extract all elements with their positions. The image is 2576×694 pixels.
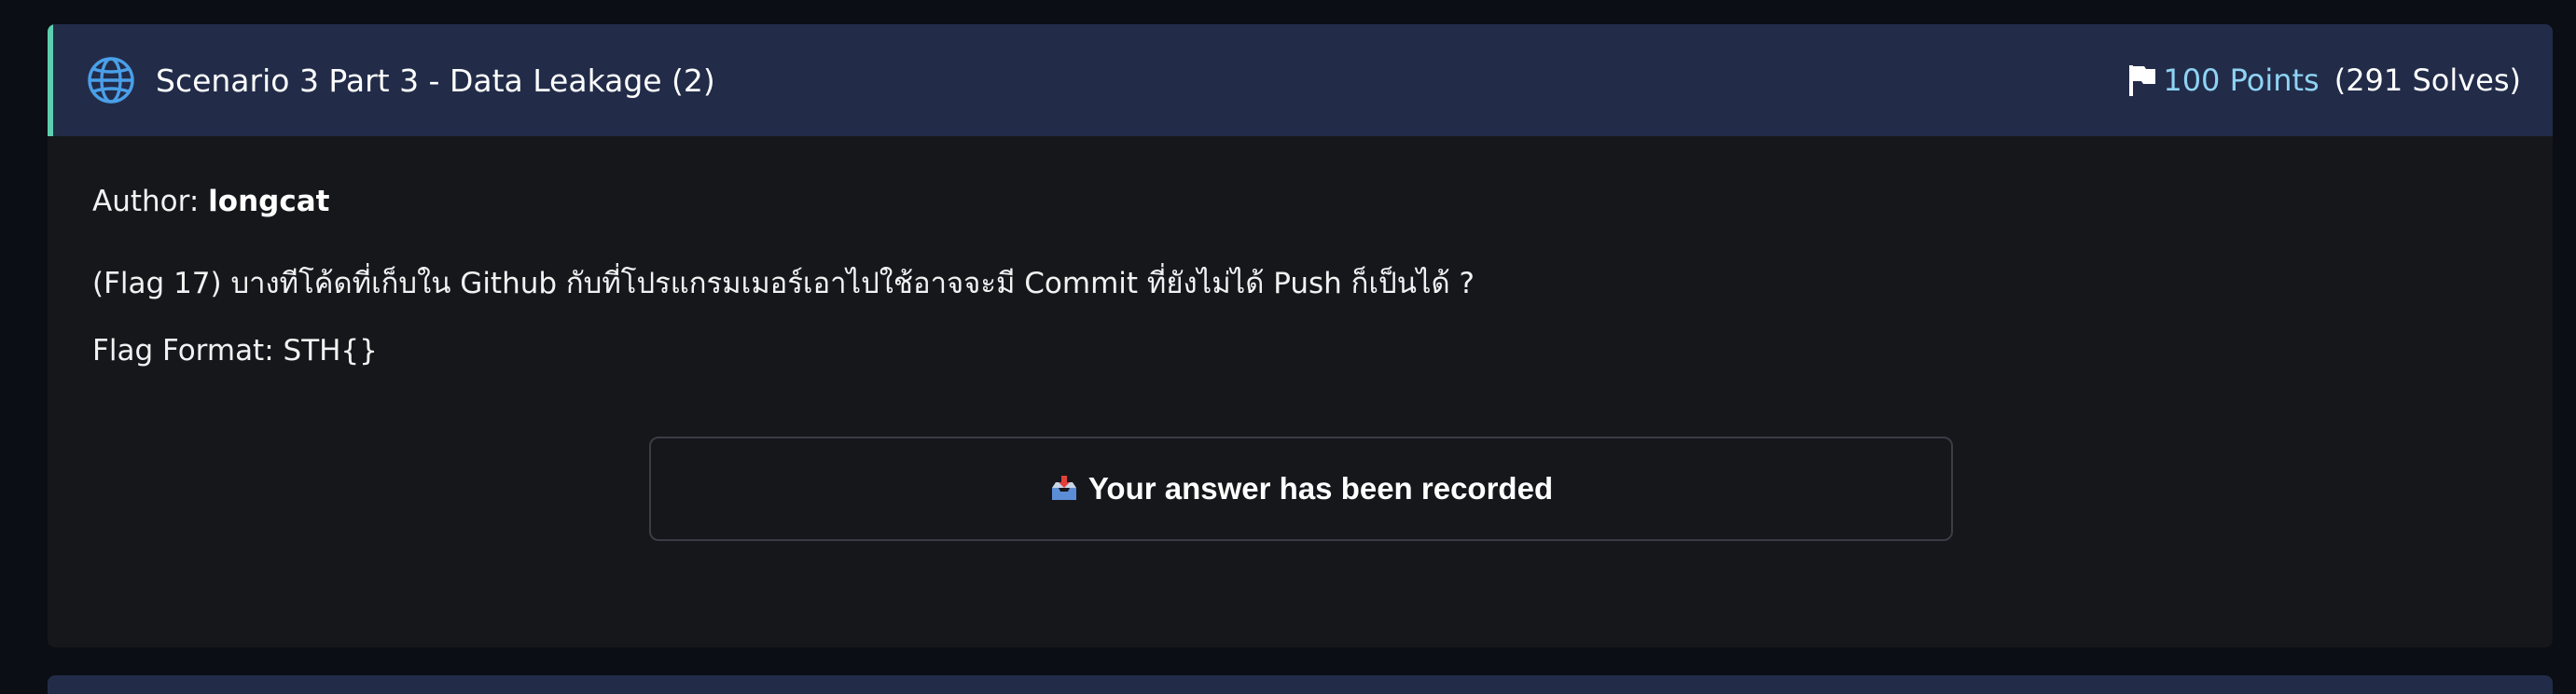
author-line: Author: longcat <box>92 185 329 218</box>
author-name: longcat <box>208 185 330 218</box>
answer-recorded-text: Your answer has been recorded <box>1087 471 1554 506</box>
globe-icon <box>88 57 134 104</box>
flag-icon <box>2129 65 2156 96</box>
answer-recorded-notice: Your answer has been recorded <box>649 437 1953 541</box>
inbox-tray-icon <box>1051 476 1076 500</box>
page: Scenario 3 Part 3 - Data Leakage (2) 100… <box>0 0 2576 694</box>
challenge-stats: 100 Points (291 Solves) <box>2127 62 2521 98</box>
challenge-title: Scenario 3 Part 3 - Data Leakage (2) <box>156 62 715 99</box>
flag-format: Flag Format: STH{} <box>92 334 378 368</box>
challenge-description: (Flag 17) บางทีโค้ดที่เก็บใน Github กับท… <box>92 267 1475 300</box>
points-value: 100 Points <box>2163 62 2320 98</box>
next-challenge-card[interactable] <box>48 675 2553 694</box>
author-label: Author: <box>92 185 200 218</box>
challenge-card: Scenario 3 Part 3 - Data Leakage (2) 100… <box>48 24 2553 647</box>
challenge-header[interactable]: Scenario 3 Part 3 - Data Leakage (2) 100… <box>48 24 2553 136</box>
solves-count: (291 Solves) <box>2334 62 2521 98</box>
